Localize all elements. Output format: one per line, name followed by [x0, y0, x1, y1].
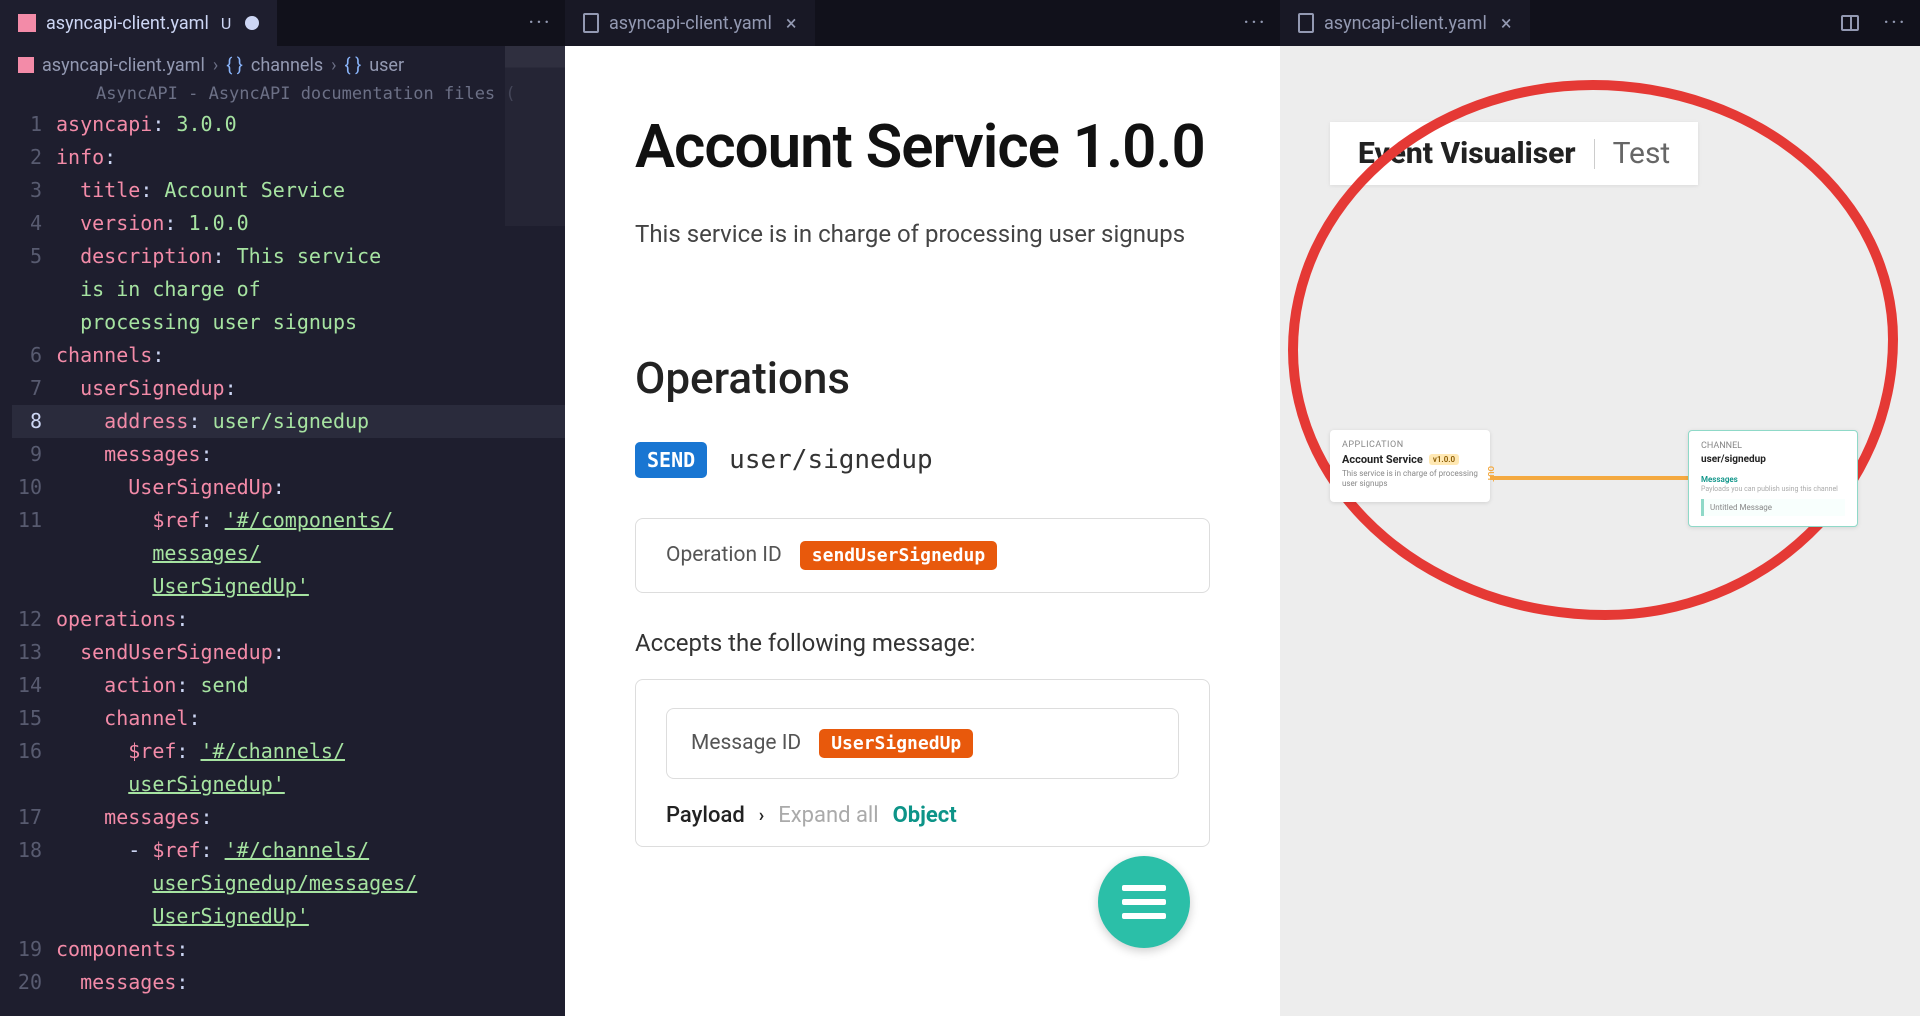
version-badge: v1.0.0: [1429, 454, 1459, 465]
inline-hint: AsyncAPI - AsyncAPI documentation files …: [0, 84, 565, 108]
application-node[interactable]: APPLICATION Account Service v1.0.0 This …: [1330, 430, 1490, 502]
tab-group-visualizer: asyncapi-client.yaml × ···: [1280, 0, 1920, 46]
split-icon: [1841, 15, 1859, 31]
tab-group-editor: asyncapi-client.yaml U ···: [0, 0, 565, 46]
document-icon: [1298, 13, 1314, 33]
messages-section-sub: Payloads you can publish using this chan…: [1701, 485, 1845, 493]
payload-type: Object: [893, 803, 957, 828]
menu-fab-button[interactable]: [1098, 856, 1190, 948]
edge-line: [1490, 476, 1688, 480]
tab-preview-file[interactable]: asyncapi-client.yaml ×: [565, 0, 816, 46]
page-description: This service is in charge of processing …: [635, 217, 1210, 252]
separator: [1594, 139, 1595, 169]
tab-overflow-menu[interactable]: ···: [515, 0, 565, 46]
code-area[interactable]: 1asyncapi: 3.0.0 2info: 3 title: Account…: [0, 108, 565, 999]
channel-name: user/signedup: [1701, 454, 1845, 465]
node-type-label: CHANNEL: [1701, 441, 1845, 451]
node-name: Account Service v1.0.0: [1342, 453, 1478, 466]
editor-panes: asyncapi-client.yaml › { } channels › { …: [0, 46, 1920, 1016]
operations-heading: Operations: [635, 352, 1210, 404]
document-icon: [583, 13, 599, 33]
chevron-right-icon: ›: [213, 55, 218, 76]
node-type-label: APPLICATION: [1342, 440, 1478, 450]
event-visualizer-pane[interactable]: Event Visualiser Test APPLICATION Accoun…: [1280, 46, 1920, 1016]
payload-label: Payload: [666, 803, 745, 828]
operation-id-panel: Operation ID sendUserSignedup: [635, 518, 1210, 593]
tab-overflow-menu[interactable]: ···: [1230, 0, 1280, 46]
channel-node[interactable]: CHANNEL user/signedup Messages Payloads …: [1688, 430, 1858, 527]
breadcrumb[interactable]: asyncapi-client.yaml › { } channels › { …: [0, 46, 565, 84]
chevron-right-icon: ›: [331, 55, 336, 76]
chevron-right-icon: ›: [759, 805, 764, 826]
operation-row: SEND user/signedup: [635, 442, 1210, 478]
tab-bar: asyncapi-client.yaml U ··· asyncapi-clie…: [0, 0, 1920, 46]
close-icon[interactable]: ×: [1501, 11, 1512, 35]
page-title: Account Service 1.0.0: [635, 112, 1210, 181]
tab-overflow-menu[interactable]: ···: [1870, 0, 1920, 46]
payload-row[interactable]: Payload › Expand all Object: [666, 803, 1179, 828]
doc-preview-pane: Account Service 1.0.0 This service is in…: [565, 46, 1280, 1016]
tab-label: asyncapi-client.yaml: [609, 13, 772, 34]
operation-id-badge: sendUserSignedup: [800, 541, 997, 570]
messages-section-label: Messages: [1701, 475, 1845, 484]
breadcrumb-seg: user: [369, 55, 404, 76]
braces-icon: { }: [345, 55, 362, 76]
message-id-panel: Message ID UserSignedUp: [666, 708, 1179, 779]
tab-editor-file[interactable]: asyncapi-client.yaml U: [0, 0, 278, 46]
message-box[interactable]: Untitled Message: [1701, 499, 1845, 516]
modified-indicator: U: [221, 14, 231, 33]
breadcrumb-file: asyncapi-client.yaml: [42, 55, 205, 76]
tab-label: asyncapi-client.yaml: [1324, 13, 1487, 34]
message-id-label: Message ID: [691, 731, 801, 755]
operation-address: user/signedup: [729, 445, 933, 475]
expand-all-button[interactable]: Expand all: [778, 803, 878, 828]
split-editor-button[interactable]: [1830, 0, 1870, 46]
yaml-file-icon: [18, 57, 34, 73]
hamburger-icon: [1122, 885, 1166, 891]
visualizer-subtitle: Test: [1613, 136, 1671, 171]
dirty-dot-icon[interactable]: [245, 16, 259, 30]
accepts-message-label: Accepts the following message:: [635, 629, 1210, 657]
breadcrumb-seg: channels: [251, 55, 323, 76]
visualizer-title: Event Visualiser: [1358, 136, 1576, 171]
message-id-badge: UserSignedUp: [819, 729, 973, 758]
yaml-file-icon: [18, 14, 36, 32]
node-description: This service is in charge of processing …: [1342, 469, 1478, 490]
tab-label: asyncapi-client.yaml: [46, 13, 209, 34]
visualizer-header: Event Visualiser Test: [1330, 122, 1698, 185]
close-icon[interactable]: ×: [786, 11, 797, 35]
tab-group-preview: asyncapi-client.yaml × ···: [565, 0, 1280, 46]
send-badge: SEND: [635, 442, 707, 478]
message-panel: Message ID UserSignedUp Payload › Expand…: [635, 679, 1210, 847]
braces-icon: { }: [226, 55, 243, 76]
tab-visualizer-file[interactable]: asyncapi-client.yaml ×: [1280, 0, 1531, 46]
code-editor-pane: asyncapi-client.yaml › { } channels › { …: [0, 46, 565, 1016]
operation-id-label: Operation ID: [666, 543, 782, 567]
